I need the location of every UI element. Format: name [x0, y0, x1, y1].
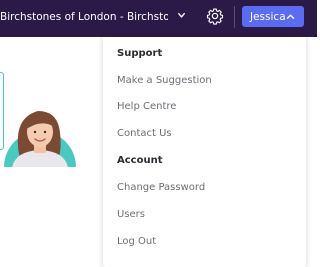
- organisation-name: Birchstones of London - Birchstones...: [0, 10, 168, 23]
- support-heading: Support: [117, 48, 163, 59]
- user-name: Jessica: [250, 10, 286, 23]
- gear-icon[interactable]: [206, 7, 224, 25]
- menu-item-users[interactable]: Users: [117, 209, 145, 220]
- menu-item-log-out[interactable]: Log Out: [117, 236, 156, 247]
- organisation-switcher[interactable]: Birchstones of London - Birchstones...: [0, 0, 192, 33]
- top-bar: Birchstones of London - Birchstones... J…: [0, 0, 317, 37]
- menu-item-contact-us[interactable]: Contact Us: [117, 128, 172, 139]
- chevron-down-icon[interactable]: [177, 11, 186, 20]
- user-dropdown-menu: Support Make a Suggestion Help Centre Co…: [103, 37, 306, 267]
- user-menu-button[interactable]: Jessica: [242, 6, 304, 27]
- menu-item-make-a-suggestion[interactable]: Make a Suggestion: [117, 75, 212, 86]
- menu-item-change-password[interactable]: Change Password: [117, 182, 205, 193]
- toolbar-divider: [234, 6, 235, 28]
- chevron-up-icon: [286, 14, 295, 19]
- menu-item-help-centre[interactable]: Help Centre: [117, 101, 176, 112]
- avatar-illustration: [0, 105, 80, 167]
- account-heading: Account: [117, 155, 163, 166]
